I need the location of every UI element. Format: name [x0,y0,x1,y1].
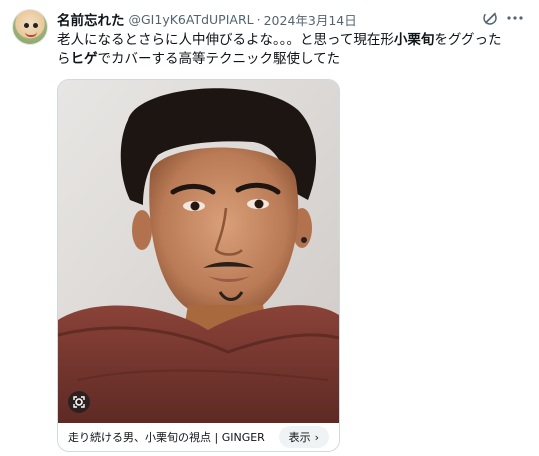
text-bold-segment: 小栗旬 [393,32,435,48]
post-date[interactable]: 2024年3月14日 [264,10,357,29]
separator: · [256,11,261,27]
card-footer: 走り続ける男、小栗旬の視点 | GINGER 表示 › [58,423,339,451]
card-title[interactable]: 走り続ける男、小栗旬の視点 | GINGER [68,429,265,445]
post-text: 老人になるとさらに人中伸びるよな。。。と思って現在形小栗旬をググった らヒゲでカ… [57,31,527,69]
text-segment: をググった [434,32,502,48]
show-button[interactable]: 表示 › [278,426,329,448]
text-bold-segment: ヒゲ [70,51,98,67]
text-segment: 老人になるとさらに人中伸びるよな。。。と思って現在形 [57,32,394,48]
portrait-photo [58,80,339,423]
post-text-line: 老人になるとさらに人中伸びるよな。。。と思って現在形小栗旬をググった [57,31,527,50]
text-segment: でカバーする高等テクニック駆使してた [97,51,341,67]
post-header: 名前忘れた @GI1yK6ATdUPIARL · 2024年3月14日 [57,9,357,30]
show-button-label: 表示 [288,431,311,444]
post: 名前忘れた @GI1yK6ATdUPIARL · 2024年3月14日 老人にな… [0,0,539,456]
post-text-line: らヒゲでカバーする高等テクニック駆使してた [57,50,527,69]
lens-button[interactable] [68,391,90,413]
grok-icon[interactable] [482,10,498,26]
lens-icon [73,396,85,408]
display-name[interactable]: 名前忘れた [57,9,125,29]
avatar-mouth [25,32,37,37]
more-icon[interactable] [506,10,524,26]
user-handle[interactable]: @GI1yK6ATdUPIARL [129,12,254,27]
avatar[interactable] [12,9,48,45]
link-card[interactable]: 走り続ける男、小栗旬の視点 | GINGER 表示 › [57,79,340,452]
avatar-eye [24,23,29,28]
chevron-right-icon: › [314,430,319,444]
card-image[interactable] [58,80,339,423]
avatar-eye [33,23,38,28]
text-segment: ら [57,51,71,67]
